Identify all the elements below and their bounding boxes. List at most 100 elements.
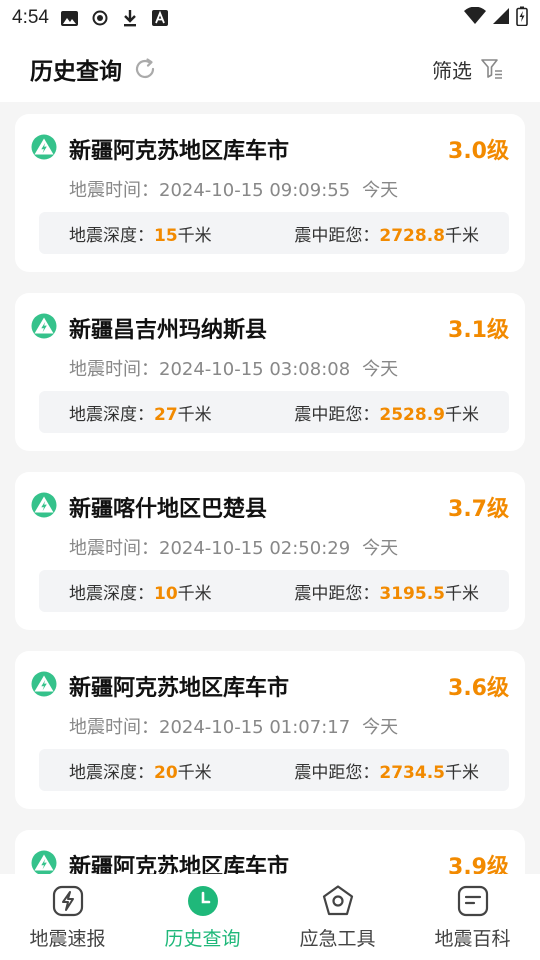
unit-km: 千米 [445,225,479,246]
tab-emergency-tools[interactable]: 应急工具 [270,874,405,960]
unit-km: 千米 [177,404,212,425]
quake-location: 新疆阿克苏地区库车市 [69,855,290,874]
quake-location: 新疆喀什地区巴楚县 [69,497,268,522]
filter-button[interactable]: 筛选 [432,55,510,84]
quake-distance: 2728.8 [379,225,445,246]
filter-label: 筛选 [432,58,472,83]
page-header: 历史查询 筛选 [0,36,540,102]
quake-distance: 3195.5 [379,583,445,604]
tab-encyclopedia[interactable]: 地震百科 [405,874,540,960]
time-prefix: 地震时间： [69,359,159,380]
quake-time: 2024-10-15 03:08:08 [159,359,351,380]
refresh-button[interactable] [132,56,158,82]
quake-time: 2024-10-15 01:07:17 [159,717,351,738]
earthquake-icon [31,850,69,874]
distance-prefix: 震中距您： [294,583,380,604]
unit-km: 千米 [177,583,212,604]
quake-time: 2024-10-15 09:09:55 [159,180,351,201]
quake-day: 今天 [362,359,399,380]
document-icon [457,885,488,916]
depth-info: 地震深度：20千米 [69,758,294,783]
unit-km: 千米 [445,404,479,425]
quake-card[interactable]: 新疆昌吉州玛纳斯县 3.1级 地震时间：2024-10-15 03:08:08 今天地… [15,293,525,451]
tab-history[interactable]: 历史查询 [135,874,270,960]
distance-info: 震中距您：2728.8千米 [294,221,479,246]
quake-distance: 2528.9 [379,404,445,425]
tab-label: 历史查询 [164,927,241,950]
battery-icon [516,6,528,31]
bottom-tab-bar: 地震速报 历史查询 应急工具 地震百科 [0,874,540,960]
clock-icon [187,885,218,916]
quake-detail: 地震深度：15千米 震中距您：2728.8千米 [39,212,509,254]
unit-km: 千米 [177,225,212,246]
status-time: 4:54 [12,7,49,28]
quake-detail: 地震深度：10千米 震中距您：3195.5千米 [39,570,509,612]
quake-magnitude: 3.1级 [448,318,509,343]
quake-card[interactable]: 新疆阿克苏地区库车市 3.6级地震时间：2024-10-15 01:07:17 今天… [15,651,525,809]
quake-time-row: 地震时间：2024-10-15 09:09:55 今天 [69,176,398,202]
quake-card[interactable]: 新疆阿克苏地区库车市 3.0级地震时间：2024-10-15 09:09:55 今天… [15,114,525,272]
depth-prefix: 地震深度： [69,225,154,246]
depth-prefix: 地震深度： [69,404,154,425]
quake-depth: 20 [154,762,178,783]
quake-time-row: 地震时间：2024-10-15 01:07:17 今天 [69,713,398,739]
earthquake-icon [31,492,69,522]
quake-location: 新疆昌吉州玛纳斯县 [69,318,268,343]
unit-km: 千米 [445,762,479,783]
distance-prefix: 震中距您： [294,762,380,783]
filter-icon [481,59,502,79]
distance-info: 震中距您：2734.5千米 [294,758,479,783]
quake-location: 新疆阿克苏地区库车市 [69,139,290,164]
quake-list[interactable]: 新疆阿克苏地区库车市 3.0级 地震时间：2024-10-15 09:09:55 今天… [0,114,540,874]
earthquake-icon [31,671,69,701]
quake-detail: 地震深度：20千米 震中距您：2734.5千米 [39,749,509,791]
page-title: 历史查询 [30,59,122,85]
earthquake-icon [31,134,69,164]
distance-prefix: 震中距您： [294,225,380,246]
unit-km: 千米 [177,762,212,783]
quake-detail: 地震深度：27千米 震中距您：2528.9千米 [39,391,509,433]
unit-km: 千米 [445,583,479,604]
status-bar: 4:54 [0,0,540,36]
refresh-icon [135,58,155,79]
quake-location: 新疆阿克苏地区库车市 [69,676,290,701]
quake-time-row: 地震时间：2024-10-15 03:08:08 今天 [69,355,398,381]
quake-depth: 10 [154,583,178,604]
font-app-icon [151,9,169,27]
quake-magnitude: 3.6级 [448,676,509,701]
depth-info: 地震深度：27千米 [69,400,294,425]
quake-card[interactable]: 新疆阿克苏地区库车市 3.9级 [15,830,525,874]
time-prefix: 地震时间： [69,717,159,738]
quake-magnitude: 3.0级 [448,139,509,164]
image-icon [61,9,79,27]
quake-distance: 2734.5 [379,762,445,783]
pentagon-icon [322,884,353,915]
depth-prefix: 地震深度： [69,583,154,604]
time-prefix: 地震时间： [69,538,159,559]
quake-day: 今天 [362,717,399,738]
quake-magnitude: 3.7级 [448,497,509,522]
tab-quick-report[interactable]: 地震速报 [0,874,135,960]
record-icon [91,9,109,27]
depth-info: 地震深度：15千米 [69,221,294,246]
quake-day: 今天 [362,180,399,201]
distance-info: 震中距您：2528.9千米 [294,400,479,425]
signal-icon [492,7,510,30]
time-prefix: 地震时间： [69,180,159,201]
tab-label: 应急工具 [299,927,376,950]
distance-info: 震中距您：3195.5千米 [294,579,479,604]
quake-day: 今天 [362,538,399,559]
wifi-icon [464,6,486,30]
earthquake-icon [31,313,69,343]
distance-prefix: 震中距您： [294,404,380,425]
download-icon [121,9,139,27]
quake-depth: 15 [154,225,178,246]
tab-label: 地震百科 [434,927,511,950]
quake-time-row: 地震时间：2024-10-15 02:50:29 今天 [69,534,398,560]
depth-info: 地震深度：10千米 [69,579,294,604]
quake-time: 2024-10-15 02:50:29 [159,538,351,559]
quake-card[interactable]: 新疆喀什地区巴楚县 3.7级 地震时间：2024-10-15 02:50:29 今天地… [15,472,525,630]
quake-depth: 27 [154,404,178,425]
lightning-icon [52,885,83,916]
depth-prefix: 地震深度： [69,762,154,783]
